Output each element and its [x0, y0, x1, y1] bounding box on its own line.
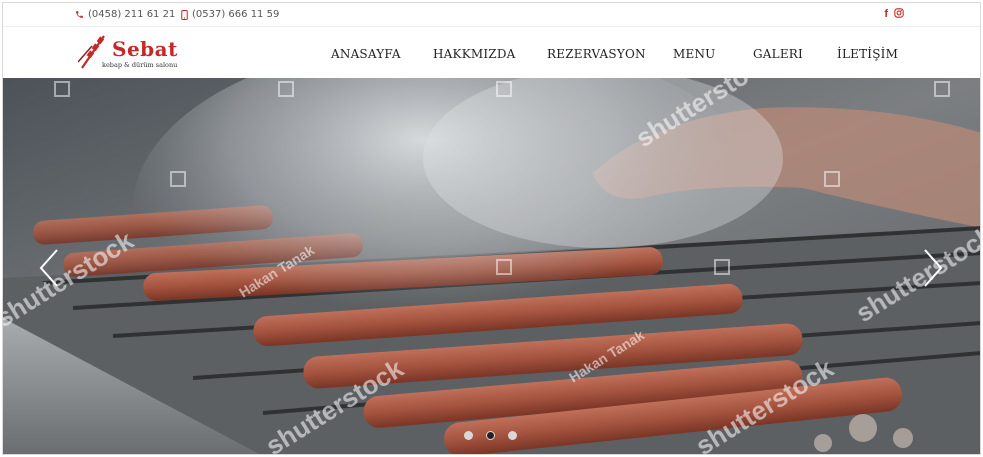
site-logo[interactable]: Sebat kebap & dürüm salonu [78, 32, 178, 72]
phone-contact[interactable]: (0458) 211 61 21 [75, 9, 175, 20]
page-frame: (0458) 211 61 21 (0537) 666 11 59 f Seba… [2, 2, 981, 455]
slider-dot[interactable] [464, 431, 473, 440]
nav-menu[interactable]: MENU [673, 47, 715, 61]
nav-galeri[interactable]: GALERI [753, 47, 803, 61]
kebab-grill-photo: shutterstock shutterstock shutterstock s… [3, 78, 980, 454]
social-links: f [884, 8, 904, 21]
hero-slider: shutterstock shutterstock shutterstock s… [3, 78, 980, 454]
instagram-icon[interactable] [894, 8, 904, 21]
main-navbar: Sebat kebap & dürüm salonu ANASAYFA HAKK… [3, 28, 980, 78]
nav-iletisim[interactable]: İLETİŞİM [837, 47, 898, 61]
slider-next-arrow[interactable] [921, 248, 945, 288]
chevron-right-icon [924, 249, 943, 287]
logo-tagline: kebap & dürüm salonu [102, 61, 178, 69]
top-contact-bar: (0458) 211 61 21 (0537) 666 11 59 f [3, 3, 980, 27]
mobile-icon [181, 9, 188, 20]
slider-pagination [464, 431, 517, 440]
phone-number: (0458) 211 61 21 [88, 9, 176, 20]
facebook-icon[interactable]: f [884, 8, 888, 21]
nav-rezervasyon[interactable]: REZERVASYON [547, 47, 646, 61]
mobile-number: (0537) 666 11 59 [192, 9, 280, 20]
nav-anasayfa[interactable]: ANASAYFA [331, 47, 401, 61]
slider-prev-arrow[interactable] [37, 248, 61, 288]
logo-brand: Sebat [112, 37, 178, 61]
slider-dot-active[interactable] [486, 431, 495, 440]
mobile-contact[interactable]: (0537) 666 11 59 [181, 9, 279, 20]
slider-dot[interactable] [508, 431, 517, 440]
phone-icon [75, 10, 84, 19]
nav-hakkimizda[interactable]: HAKKMIZDA [433, 47, 516, 61]
chevron-left-icon [39, 249, 58, 287]
